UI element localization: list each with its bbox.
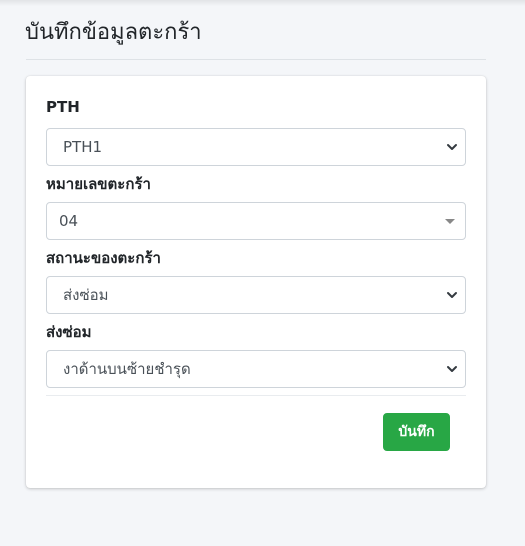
caret-down-icon [445,219,455,224]
pth-label: PTH [46,98,80,116]
repair-label: ส่งซ่อม [46,323,92,341]
page-title: บันทึกข้อมูลตะกร้า [25,20,202,45]
pth-select-value: PTH1 [63,138,103,156]
basket-number-label: หมายเลขตะกร้า [46,175,151,193]
chevron-down-icon [447,292,457,298]
top-shadow [0,0,525,6]
basket-status-label: สถานะของตะกร้า [46,249,161,267]
chevron-down-icon [447,366,457,372]
form-divider [46,395,466,396]
basket-number-select[interactable]: 04 [46,202,466,240]
repair-select-value: งาด้านบนซ้ายชำรุด [63,360,191,378]
title-divider [26,59,486,60]
repair-select[interactable]: งาด้านบนซ้ายชำรุด [46,350,466,388]
pth-select[interactable]: PTH1 [46,128,466,166]
basket-status-select[interactable]: ส่งซ่อม [46,276,466,314]
save-button[interactable]: บันทึก [383,413,450,451]
basket-status-select-value: ส่งซ่อม [63,286,109,304]
form-card: PTH PTH1 หมายเลขตะกร้า 04 สถานะของตะกร้า… [26,76,486,488]
chevron-down-icon [447,144,457,150]
page: บันทึกข้อมูลตะกร้า PTH PTH1 หมายเลขตะกร้… [0,0,525,546]
basket-number-select-value: 04 [59,212,79,230]
